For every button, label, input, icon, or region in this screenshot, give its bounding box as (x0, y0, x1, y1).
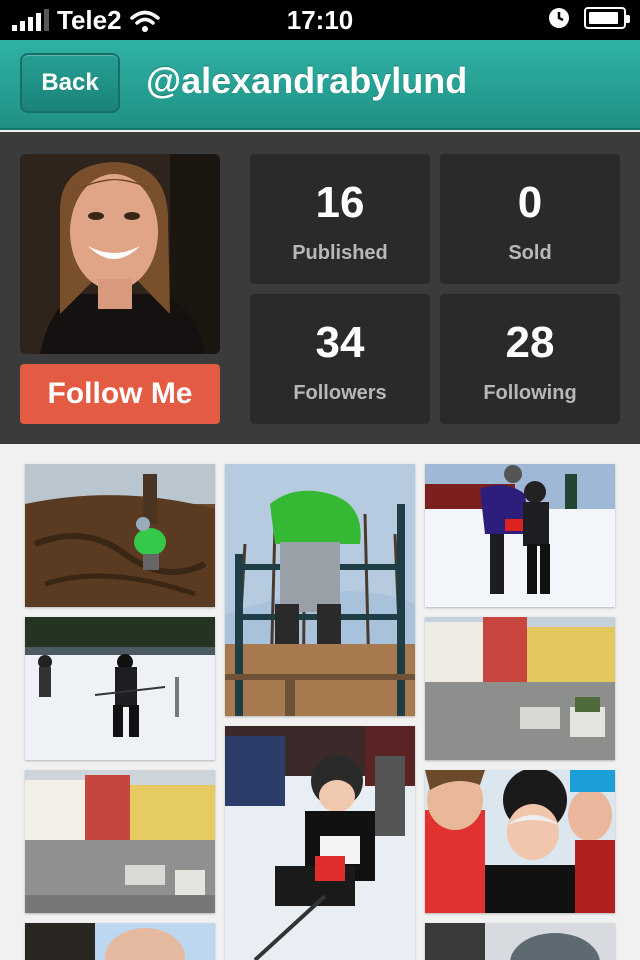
status-bar: Tele2 17:10 (0, 0, 640, 40)
stat-sold[interactable]: 0 Sold (440, 154, 620, 284)
photo-grid (0, 444, 640, 960)
stat-followers[interactable]: 34 Followers (250, 294, 430, 424)
back-button[interactable]: Back (20, 53, 120, 113)
photo-child-skier-on-slope[interactable] (25, 617, 215, 760)
photo-partial-right[interactable] (425, 923, 615, 960)
status-right (548, 7, 630, 29)
status-time: 17:10 (286, 5, 354, 35)
battery-icon (584, 7, 630, 29)
page-title: @alexandrabylund (146, 60, 468, 101)
avatar[interactable] (20, 154, 220, 354)
photo-parent-and-child-skiing[interactable] (425, 464, 615, 607)
battery-level (589, 12, 618, 24)
photo-family-selfie[interactable] (425, 770, 615, 913)
stat-following[interactable]: 28 Following (440, 294, 620, 424)
stat-sold-value: 0 (517, 178, 543, 227)
photo-partial-left[interactable] (25, 923, 215, 960)
stat-published-label: Published (292, 242, 388, 264)
photo-child-on-tree-roots[interactable] (25, 464, 215, 607)
photo-town-square-2[interactable] (425, 617, 615, 760)
stat-published[interactable]: 16 Published (250, 154, 430, 284)
profile-panel: Follow Me 16 Published 0 Sold 34 Followe… (0, 132, 640, 444)
stat-followers-label: Followers (293, 382, 387, 404)
stat-sold-label: Sold (508, 242, 552, 264)
navigation-bar: Back @alexandrabylund (0, 40, 640, 130)
stat-followers-value: 34 (315, 318, 365, 367)
stat-following-value: 28 (505, 318, 555, 367)
avatar-photo (20, 154, 220, 354)
follow-button[interactable]: Follow Me (20, 364, 220, 424)
stat-published-value: 16 (315, 178, 365, 227)
stat-following-label: Following (483, 382, 577, 404)
photo-town-square[interactable] (25, 770, 215, 913)
clock-icon (549, 8, 569, 28)
photo-child-on-sled[interactable] (225, 726, 415, 960)
photo-child-on-ladder[interactable] (225, 464, 415, 716)
